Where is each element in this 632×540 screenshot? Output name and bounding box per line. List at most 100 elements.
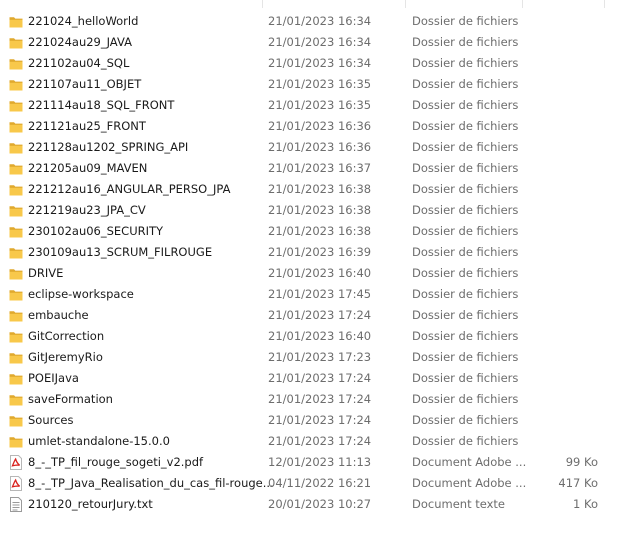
- file-row[interactable]: saveFormation 21/01/2023 17:24 Dossier de …: [0, 389, 632, 410]
- pdf-icon: [9, 476, 23, 491]
- file-modified-date: 12/01/2023 11:13: [268, 455, 372, 469]
- file-modified-date: 21/01/2023 16:38: [268, 224, 372, 238]
- file-type: Dossier de fichiers: [412, 308, 519, 322]
- file-type: Dossier de fichiers: [412, 245, 519, 259]
- file-name: 221102au04_SQL: [28, 56, 130, 70]
- file-type: Dossier de fichiers: [412, 413, 519, 427]
- file-name: GitCorrection: [28, 329, 105, 343]
- file-row[interactable]: GitJeremyRio 21/01/2023 17:23 Dossier de f…: [0, 347, 632, 368]
- file-row[interactable]: POEIJava 21/01/2023 17:24 Dossier de fichi…: [0, 368, 632, 389]
- file-row[interactable]: 221205au09_MAVEN 21/01/2023 16:37 Dossier …: [0, 158, 632, 179]
- folder-icon: [9, 203, 23, 218]
- file-modified-date: 21/01/2023 16:36: [268, 140, 372, 154]
- file-row[interactable]: 8_-_TP_Java_Realisation_du_cas_fil-rouge…: [0, 473, 632, 494]
- folder-icon: [9, 161, 23, 176]
- folder-icon: [9, 140, 23, 155]
- file-row[interactable]: DRIVE 21/01/2023 16:40 Dossier de fichiers: [0, 263, 632, 284]
- folder-icon: [9, 182, 23, 197]
- file-name: 230109au13_SCRUM_FILROUGE: [28, 245, 213, 259]
- file-type: Dossier de fichiers: [412, 98, 519, 112]
- column-divider[interactable]: [405, 0, 406, 8]
- file-type: Dossier de fichiers: [412, 161, 519, 175]
- file-modified-date: 21/01/2023 17:24: [268, 434, 372, 448]
- file-name: GitJeremyRio: [28, 350, 103, 364]
- file-row[interactable]: 221114au18_SQL_FRONT 21/01/2023 16:35 Doss…: [0, 95, 632, 116]
- file-modified-date: 21/01/2023 17:24: [268, 413, 372, 427]
- file-type: Dossier de fichiers: [412, 35, 519, 49]
- file-row[interactable]: 221121au25_FRONT 21/01/2023 16:36 Dossier …: [0, 116, 632, 137]
- file-row[interactable]: 221024_helloWorld 21/01/2023 16:34 Dossier…: [0, 11, 632, 32]
- file-type: Document Adobe ...: [412, 455, 527, 469]
- folder-icon: [9, 35, 23, 50]
- text-file-icon: [9, 497, 23, 512]
- file-name: 221107au11_OBJET: [28, 77, 142, 91]
- file-row[interactable]: Sources 21/01/2023 17:24 Dossier de fichie…: [0, 410, 632, 431]
- file-name: 221024au29_JAVA: [28, 35, 132, 49]
- file-modified-date: 21/01/2023 17:24: [268, 392, 372, 406]
- folder-icon: [9, 434, 23, 449]
- file-row[interactable]: embauche 21/01/2023 17:24 Dossier de fichi…: [0, 305, 632, 326]
- file-name: 221121au25_FRONT: [28, 119, 146, 133]
- folder-icon: [9, 329, 23, 344]
- file-size: 99 Ko: [565, 455, 598, 469]
- file-row[interactable]: 230109au13_SCRUM_FILROUGE 21/01/2023 16:3…: [0, 242, 632, 263]
- file-modified-date: 21/01/2023 17:45: [268, 287, 372, 301]
- file-modified-date: 21/01/2023 16:35: [268, 98, 372, 112]
- file-modified-date: 21/01/2023 16:34: [268, 56, 372, 70]
- file-modified-date: 21/01/2023 17:24: [268, 371, 372, 385]
- file-name: 8_-_TP_Java_Realisation_du_cas_fil-rouge…: [28, 476, 274, 490]
- file-row[interactable]: 221212au16_ANGULAR_PERSO_JPA 21/01/2023 1…: [0, 179, 632, 200]
- folder-icon: [9, 14, 23, 29]
- file-name: 221205au09_MAVEN: [28, 161, 148, 175]
- file-name: 221128au1202_SPRING_API: [28, 140, 189, 154]
- folder-icon: [9, 266, 23, 281]
- file-row[interactable]: 221128au1202_SPRING_API 21/01/2023 16:36 D…: [0, 137, 632, 158]
- file-name: saveFormation: [28, 392, 113, 406]
- file-size: 417 Ko: [558, 476, 598, 490]
- file-row[interactable]: 221024au29_JAVA 21/01/2023 16:34 Dossier d…: [0, 32, 632, 53]
- file-type: Dossier de fichiers: [412, 56, 519, 70]
- file-row[interactable]: 8_-_TP_fil_rouge_sogeti_v2.pdf 12/01/2023…: [0, 452, 632, 473]
- file-modified-date: 21/01/2023 16:39: [268, 245, 372, 259]
- file-modified-date: 21/01/2023 16:38: [268, 203, 372, 217]
- file-modified-date: 21/01/2023 16:38: [268, 182, 372, 196]
- file-type: Dossier de fichiers: [412, 329, 519, 343]
- file-name: umlet-standalone-15.0.0: [28, 434, 170, 448]
- folder-icon: [9, 98, 23, 113]
- file-row[interactable]: umlet-standalone-15.0.0 21/01/2023 17:24 D…: [0, 431, 632, 452]
- file-name: 221024_helloWorld: [28, 14, 139, 28]
- file-modified-date: 21/01/2023 16:34: [268, 35, 372, 49]
- file-row[interactable]: 221102au04_SQL 21/01/2023 16:34 Dossier de…: [0, 53, 632, 74]
- file-type: Dossier de fichiers: [412, 203, 519, 217]
- file-name: 221212au16_ANGULAR_PERSO_JPA: [28, 182, 231, 196]
- file-type: Dossier de fichiers: [412, 371, 519, 385]
- file-row[interactable]: 221219au23_JPA_CV 21/01/2023 16:38 Dossier…: [0, 200, 632, 221]
- file-type: Dossier de fichiers: [412, 266, 519, 280]
- folder-icon: [9, 245, 23, 260]
- file-type: Dossier de fichiers: [412, 224, 519, 238]
- file-row[interactable]: 210120_retourJury.txt 20/01/2023 10:27 Doc…: [0, 494, 632, 515]
- file-type: Dossier de fichiers: [412, 434, 519, 448]
- file-name: eclipse-workspace: [28, 287, 134, 301]
- file-row[interactable]: 230102au06_SECURITY 21/01/2023 16:38 Dossi…: [0, 221, 632, 242]
- file-type: Dossier de fichiers: [412, 119, 519, 133]
- column-divider[interactable]: [522, 0, 523, 8]
- file-type: Dossier de fichiers: [412, 14, 519, 28]
- folder-icon: [9, 287, 23, 302]
- file-modified-date: 21/01/2023 17:24: [268, 308, 372, 322]
- column-divider[interactable]: [604, 0, 605, 8]
- file-size: 1 Ko: [573, 497, 598, 511]
- file-modified-date: 21/01/2023 16:40: [268, 266, 372, 280]
- file-row[interactable]: eclipse-workspace 21/01/2023 17:45 Dossier…: [0, 284, 632, 305]
- file-modified-date: 21/01/2023 16:36: [268, 119, 372, 133]
- file-name: POEIJava: [28, 371, 79, 385]
- file-row[interactable]: GitCorrection 21/01/2023 16:40 Dossier de …: [0, 326, 632, 347]
- file-name: 221219au23_JPA_CV: [28, 203, 146, 217]
- file-list: 221024_helloWorld 21/01/2023 16:34 Dossier…: [0, 11, 632, 515]
- file-name: DRIVE: [28, 266, 64, 280]
- column-divider[interactable]: [262, 0, 263, 8]
- file-name: 8_-_TP_fil_rouge_sogeti_v2.pdf: [28, 455, 204, 469]
- file-type: Document texte: [412, 497, 506, 511]
- folder-icon: [9, 56, 23, 71]
- file-row[interactable]: 221107au11_OBJET 21/01/2023 16:35 Dossier …: [0, 74, 632, 95]
